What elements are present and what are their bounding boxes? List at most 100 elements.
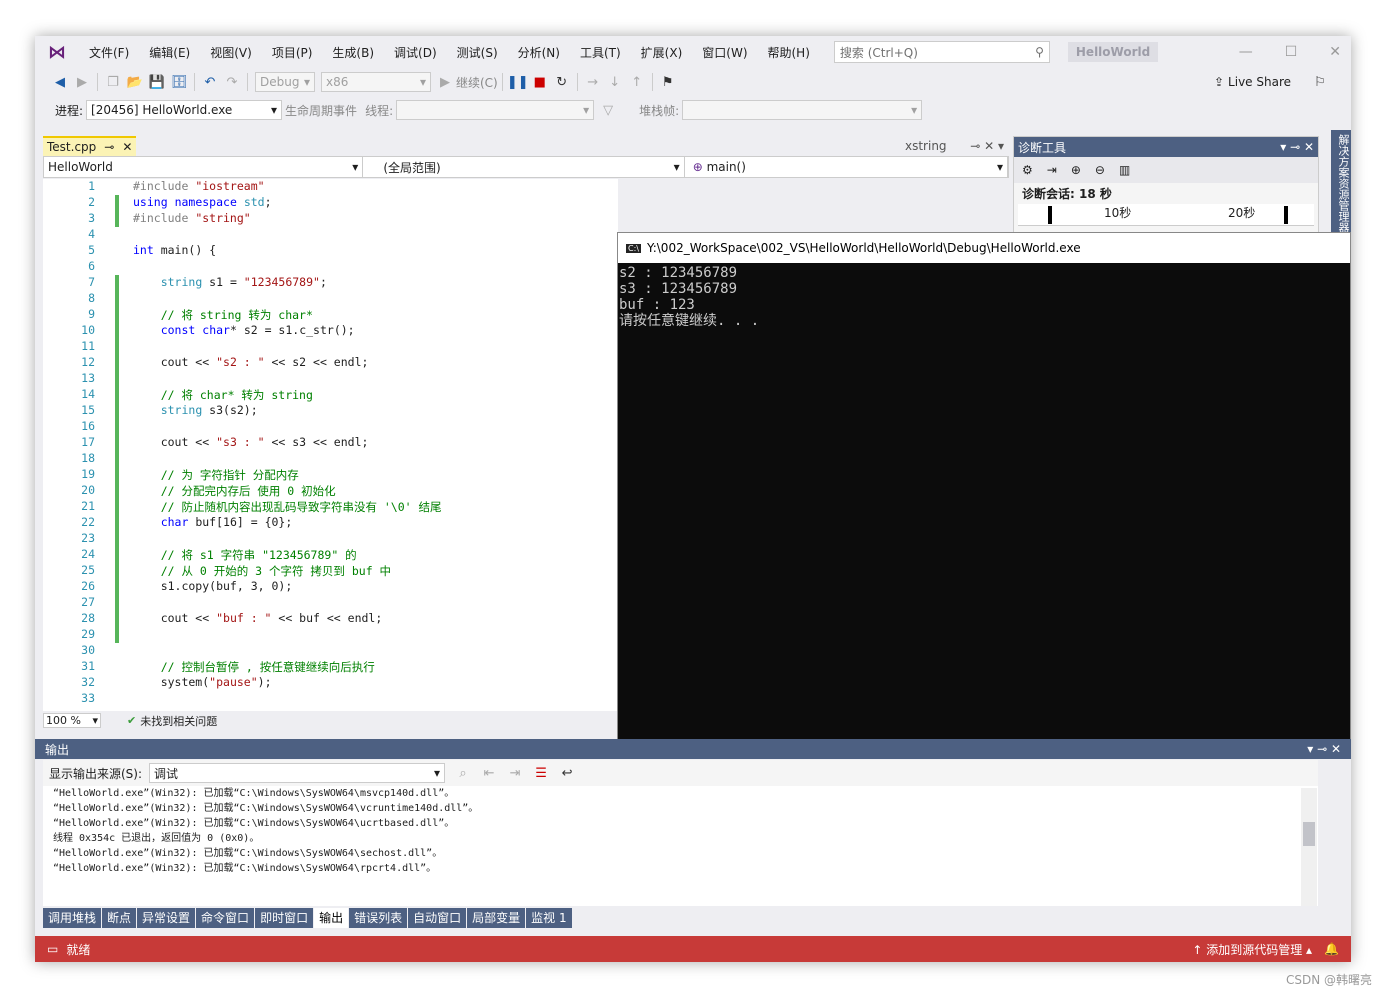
solution-explorer-side-tab[interactable]: 解决方案资源管理器 <box>1331 130 1351 234</box>
menu-item[interactable]: 文件(F) <box>79 44 139 61</box>
line-number: 4 <box>88 227 95 241</box>
bookmark-icon[interactable]: ⚑ <box>657 71 679 93</box>
menu-item[interactable]: 工具(T) <box>570 44 631 61</box>
chart-icon[interactable]: ▥ <box>1119 163 1130 177</box>
panel-controls-icon[interactable]: ▾ ⊸ ✕ <box>1307 742 1341 756</box>
clear-all-icon[interactable]: ☰ <box>530 762 552 784</box>
zoom-in-icon[interactable]: ⊕ <box>1071 163 1081 177</box>
code-editor[interactable]: 1 #include "iostream" 2 using namespace std… <box>43 179 618 711</box>
step-over-icon[interactable]: → <box>582 71 604 93</box>
line-number: 22 <box>81 515 95 529</box>
lifecycle-events[interactable]: 生命周期事件 <box>285 102 357 119</box>
line-number: 5 <box>88 243 95 257</box>
live-share-button[interactable]: ⇪ Live Share <box>1214 75 1291 89</box>
menu-item[interactable]: 窗口(W) <box>692 44 757 61</box>
export-icon[interactable]: ⇥ <box>1047 163 1057 177</box>
close-tab-icon[interactable]: ✕ <box>122 140 132 154</box>
bottom-tab[interactable]: 命令窗口 <box>196 908 255 928</box>
settings-icon[interactable]: ⚙ <box>1022 163 1033 177</box>
menu-item[interactable]: 项目(P) <box>262 44 323 61</box>
zoom-out-icon[interactable]: ⊖ <box>1095 163 1105 177</box>
output-source-bar: 显示输出来源(S): 调试 ▾ ⌕ ⇤ ⇥ ☰ ↩ <box>43 760 1318 786</box>
line-number: 17 <box>81 435 95 449</box>
stop-icon[interactable]: ■ <box>529 71 551 93</box>
step-into-icon[interactable]: ↓ <box>604 71 626 93</box>
config-select[interactable]: Debug ▾ <box>255 72 315 92</box>
next-message-icon[interactable]: ⇥ <box>504 762 526 784</box>
menu-item[interactable]: 帮助(H) <box>758 44 820 61</box>
process-select[interactable]: [20456] HelloWorld.exe ▾ <box>86 100 283 120</box>
bottom-tab[interactable]: 错误列表 <box>349 908 408 928</box>
output-scrollbar[interactable] <box>1301 788 1317 906</box>
bottom-tab[interactable]: 局部变量 <box>467 908 526 928</box>
forward-icon[interactable]: ▶ <box>71 71 93 93</box>
prev-message-icon[interactable]: ⇤ <box>478 762 500 784</box>
bottom-tab[interactable]: 监视 1 <box>526 908 572 928</box>
line-number: 24 <box>81 547 95 561</box>
word-wrap-icon[interactable]: ↩ <box>556 762 578 784</box>
panel-controls-icon[interactable]: ▾ ⊸ ✕ <box>1280 140 1314 154</box>
console-window[interactable]: C:\ Y:\002_WorkSpace\002_VS\HelloWorld\He… <box>617 232 1351 743</box>
line-number: 14 <box>81 387 95 401</box>
output-source-select[interactable]: 调试 ▾ <box>149 763 446 783</box>
menu-item[interactable]: 编辑(E) <box>139 44 200 61</box>
save-icon[interactable]: 💾 <box>146 71 168 93</box>
line-number: 23 <box>81 531 95 545</box>
diag-session: 诊断会话: 18 秒 <box>1022 187 1112 201</box>
bottom-tab[interactable]: 异常设置 <box>137 908 196 928</box>
line-number: 33 <box>81 691 95 705</box>
menu-item[interactable]: 扩展(X) <box>631 44 693 61</box>
output-text[interactable]: “HelloWorld.exe”(Win32): 已加载“C:\Windows\… <box>43 786 1318 906</box>
menu-item[interactable]: 测试(S) <box>447 44 508 61</box>
vs-logo-icon[interactable]: ⋈ <box>35 42 79 63</box>
issues-status[interactable]: 未找到相关问题 <box>140 713 217 729</box>
minimize-icon[interactable]: — <box>1239 44 1253 60</box>
bottom-tab[interactable]: 自动窗口 <box>408 908 467 928</box>
redo-icon[interactable]: ↷ <box>221 71 243 93</box>
menu-item[interactable]: 分析(N) <box>508 44 570 61</box>
tab-xstring[interactable]: xstring ⊸ ✕ ▾ <box>901 136 1008 156</box>
close-icon[interactable]: ✕ <box>1329 44 1341 60</box>
feedback-icon[interactable]: ⚐ <box>1309 71 1331 93</box>
new-project-icon[interactable]: ❐ <box>102 71 124 93</box>
maximize-icon[interactable]: ☐ <box>1285 44 1298 60</box>
search-input[interactable]: 搜索 (Ctrl+Q) ⚲ <box>833 41 1050 63</box>
open-icon[interactable]: 📂 <box>124 71 146 93</box>
stack-frame-select[interactable]: ▾ <box>682 100 923 120</box>
undo-icon[interactable]: ↶ <box>199 71 221 93</box>
code-line: string s1 = "123456789"; <box>160 275 327 289</box>
nav-function-select[interactable]: ⊕ main() ▾ <box>685 157 1009 177</box>
bottom-tab[interactable]: 即时窗口 <box>255 908 314 928</box>
find-icon[interactable]: ⌕ <box>452 762 474 784</box>
continue-button[interactable]: 继续(C) <box>456 74 498 91</box>
bottom-tab[interactable]: 调用堆栈 <box>43 908 102 928</box>
diag-timeline[interactable]: 10秒 20秒 <box>1018 204 1314 226</box>
pin-icon[interactable]: ⊸ <box>104 140 114 154</box>
notification-icon[interactable]: 🔔 <box>1324 942 1339 956</box>
line-number: 31 <box>81 659 95 673</box>
save-all-icon[interactable]: 🗄 <box>168 71 190 93</box>
thread-select[interactable]: ▾ <box>396 100 595 120</box>
source-control-button[interactable]: ↑ 添加到源代码管理 ▴ <box>1192 941 1312 958</box>
console-icon: C:\ <box>626 243 641 253</box>
output-panel-header: 输出 ▾ ⊸ ✕ <box>35 739 1351 759</box>
zoom-select[interactable]: 100 % ▾ <box>43 713 101 728</box>
code-line: // 分配完内存后 使用 0 初始化 <box>133 484 336 498</box>
nav-project-select[interactable]: HelloWorld ▾ <box>44 157 364 177</box>
bottom-tab[interactable]: 断点 <box>102 908 137 928</box>
menu-item[interactable]: 视图(V) <box>200 44 262 61</box>
bottom-tab[interactable]: 输出 <box>314 908 349 928</box>
step-out-icon[interactable]: ↑ <box>626 71 648 93</box>
vs-window: ⋈ 文件(F) 编辑(E) 视图(V) 项目(P) 生成(B) 调试(D) 测试(S) 分析(… <box>35 36 1351 962</box>
restart-icon[interactable]: ↻ <box>551 71 573 93</box>
filter-icon[interactable]: ▽ <box>597 99 619 121</box>
menu-item[interactable]: 生成(B) <box>322 44 384 61</box>
menu-item[interactable]: 调试(D) <box>384 44 447 61</box>
status-text: 就绪 <box>66 942 91 957</box>
nav-scope-select[interactable]: (全局范围) ▾ <box>363 157 685 177</box>
back-icon[interactable]: ◀ <box>49 71 71 93</box>
continue-icon[interactable]: ▶ <box>434 71 456 93</box>
platform-select[interactable]: x86 ▾ <box>321 72 431 92</box>
pause-icon[interactable]: ❚❚ <box>507 71 529 93</box>
tab-test-cpp[interactable]: Test.cpp ⊸ ✕ <box>43 136 137 156</box>
